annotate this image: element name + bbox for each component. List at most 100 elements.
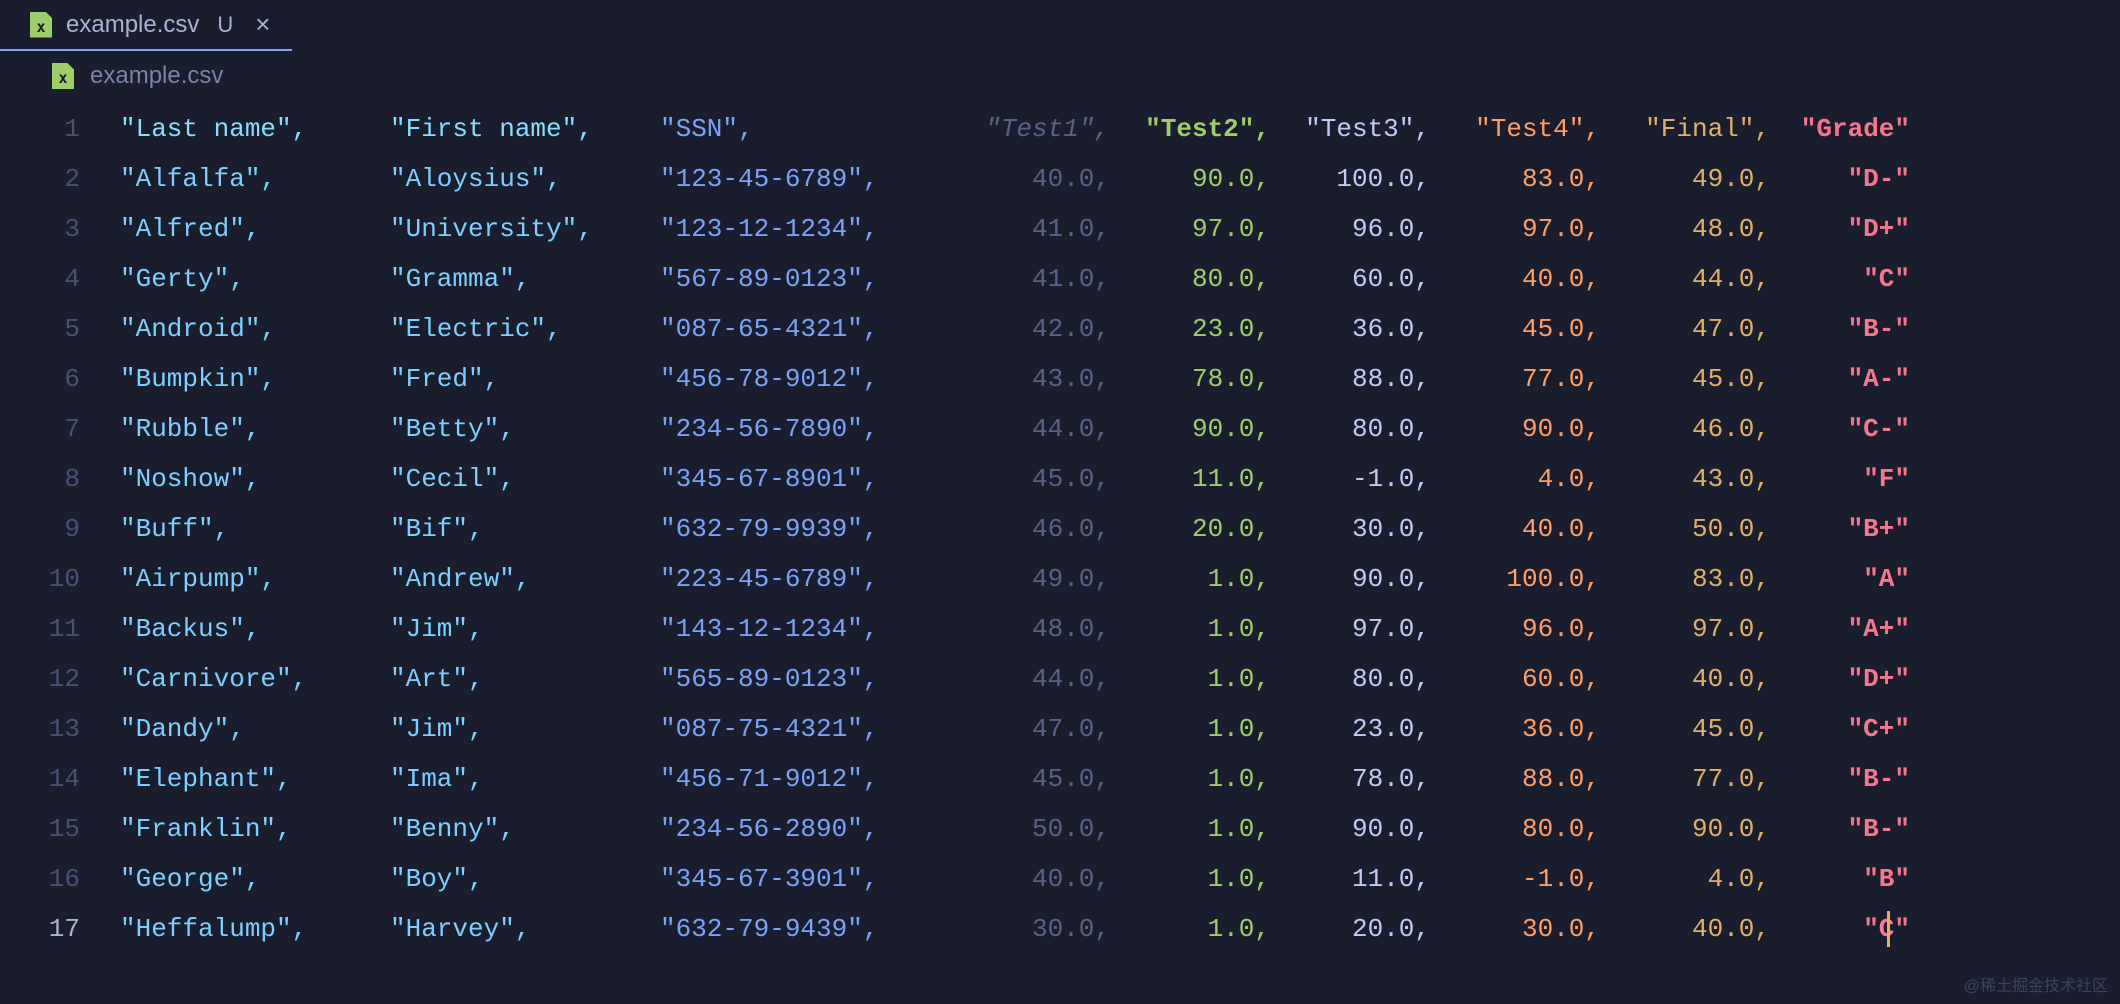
cell-test1: 41.0, <box>950 254 1110 304</box>
cell-final: 43.0, <box>1600 454 1770 504</box>
cell-test2: 1.0, <box>1110 604 1270 654</box>
cell-test3: 90.0, <box>1270 554 1430 604</box>
cell-test2: 1.0, <box>1110 804 1270 854</box>
cell-first-name: "Benny", <box>390 804 660 854</box>
cell-last-name: "Noshow", <box>120 454 390 504</box>
cell-grade: "B-" <box>1770 754 1910 804</box>
csv-data-row: "Buff","Bif","632-79-9939",46.0,20.0,30.… <box>120 504 2120 554</box>
cell-test4: 90.0, <box>1430 404 1600 454</box>
cell-last-name: "Dandy", <box>120 704 390 754</box>
line-number: 3 <box>0 204 120 254</box>
cell-first-name: "Betty", <box>390 404 660 454</box>
cell-first-name: "Fred", <box>390 354 660 404</box>
cell-test3: 78.0, <box>1270 754 1430 804</box>
cell-final: 46.0, <box>1600 404 1770 454</box>
cell-test3: 20.0, <box>1270 904 1430 954</box>
cell-first-name: "Boy", <box>390 854 660 904</box>
cell-test4: 100.0, <box>1430 554 1600 604</box>
cell-grade: "C-" <box>1770 404 1910 454</box>
cell-last-name: "George", <box>120 854 390 904</box>
csv-data-row: "Carnivore","Art","565-89-0123",44.0,1.0… <box>120 654 2120 704</box>
col-test1: "Test1", <box>950 104 1110 154</box>
cell-test1: 49.0, <box>950 554 1110 604</box>
cell-grade: "F" <box>1770 454 1910 504</box>
csv-data-row: "Dandy","Jim","087-75-4321",47.0,1.0,23.… <box>120 704 2120 754</box>
cell-test4: 45.0, <box>1430 304 1600 354</box>
code-content[interactable]: "Last name","First name","SSN","Test1","… <box>120 104 2120 954</box>
cell-grade: "A" <box>1770 554 1910 604</box>
cell-test2: 1.0, <box>1110 754 1270 804</box>
watermark: @稀土掘金技术社区 <box>1964 972 2108 996</box>
cell-first-name: "Bif", <box>390 504 660 554</box>
csv-data-row: "Noshow","Cecil","345-67-8901",45.0,11.0… <box>120 454 2120 504</box>
cell-final: 47.0, <box>1600 304 1770 354</box>
line-number: 13 <box>0 704 120 754</box>
tab-bar: example.csv U × <box>0 0 2120 52</box>
cell-test3: 100.0, <box>1270 154 1430 204</box>
col-ssn: "SSN", <box>660 104 950 154</box>
col-grade: "Grade" <box>1770 104 1910 154</box>
cell-final: 45.0, <box>1600 704 1770 754</box>
cell-last-name: "Alfalfa", <box>120 154 390 204</box>
csv-data-row: "Elephant","Ima","456-71-9012",45.0,1.0,… <box>120 754 2120 804</box>
cell-test1: 42.0, <box>950 304 1110 354</box>
cell-last-name: "Rubble", <box>120 404 390 454</box>
cell-ssn: "223-45-6789", <box>660 554 950 604</box>
csv-data-row: "Heffalump","Harvey","632-79-9439",30.0,… <box>120 904 2120 954</box>
cell-test4: 60.0, <box>1430 654 1600 704</box>
cell-first-name: "Electric", <box>390 304 660 354</box>
editor-area[interactable]: 1234567891011121314151617 "Last name","F… <box>0 100 2120 954</box>
cell-grade: "C+" <box>1770 704 1910 754</box>
csv-data-row: "Alfalfa","Aloysius","123-45-6789",40.0,… <box>120 154 2120 204</box>
line-number: 12 <box>0 654 120 704</box>
cell-test3: 80.0, <box>1270 404 1430 454</box>
cell-final: 4.0, <box>1600 854 1770 904</box>
col-last-name: "Last name", <box>120 104 390 154</box>
cell-test4: 36.0, <box>1430 704 1600 754</box>
breadcrumb[interactable]: example.csv <box>0 52 2120 100</box>
breadcrumb-filename: example.csv <box>90 62 223 90</box>
cell-ssn: "087-65-4321", <box>660 304 950 354</box>
csv-data-row: "Rubble","Betty","234-56-7890",44.0,90.0… <box>120 404 2120 454</box>
cell-grade: "D-" <box>1770 154 1910 204</box>
cell-ssn: "234-56-2890", <box>660 804 950 854</box>
cell-ssn: "567-89-0123", <box>660 254 950 304</box>
cell-first-name: "Jim", <box>390 604 660 654</box>
cell-test4: -1.0, <box>1430 854 1600 904</box>
cell-test4: 77.0, <box>1430 354 1600 404</box>
csv-header-row: "Last name","First name","SSN","Test1","… <box>120 104 2120 154</box>
line-number: 15 <box>0 804 120 854</box>
cell-test1: 48.0, <box>950 604 1110 654</box>
csv-data-row: "Airpump","Andrew","223-45-6789",49.0,1.… <box>120 554 2120 604</box>
cell-test2: 90.0, <box>1110 154 1270 204</box>
cell-test3: 23.0, <box>1270 704 1430 754</box>
line-number: 4 <box>0 254 120 304</box>
cell-test2: 80.0, <box>1110 254 1270 304</box>
close-icon[interactable]: × <box>255 9 270 40</box>
col-test4: "Test4", <box>1430 104 1600 154</box>
cell-grade: "C" <box>1770 904 1910 954</box>
line-number: 7 <box>0 404 120 454</box>
cell-test2: 1.0, <box>1110 904 1270 954</box>
tab-filename: example.csv <box>66 11 199 39</box>
cell-ssn: "234-56-7890", <box>660 404 950 454</box>
cell-grade: "B-" <box>1770 304 1910 354</box>
cell-test1: 45.0, <box>950 454 1110 504</box>
cell-test4: 96.0, <box>1430 604 1600 654</box>
cell-grade: "B+" <box>1770 504 1910 554</box>
csv-data-row: "Alfred","University","123-12-1234",41.0… <box>120 204 2120 254</box>
line-number: 1 <box>0 104 120 154</box>
cell-test4: 97.0, <box>1430 204 1600 254</box>
col-final: "Final", <box>1600 104 1770 154</box>
cell-test2: 1.0, <box>1110 704 1270 754</box>
cell-final: 48.0, <box>1600 204 1770 254</box>
file-tab[interactable]: example.csv U × <box>0 0 292 51</box>
cell-first-name: "Art", <box>390 654 660 704</box>
cell-grade: "C" <box>1770 254 1910 304</box>
cell-test2: 78.0, <box>1110 354 1270 404</box>
cell-grade: "B" <box>1770 854 1910 904</box>
unsaved-indicator: U <box>217 12 233 38</box>
col-test3: "Test3", <box>1270 104 1430 154</box>
cell-test1: 43.0, <box>950 354 1110 404</box>
cell-ssn: "123-45-6789", <box>660 154 950 204</box>
